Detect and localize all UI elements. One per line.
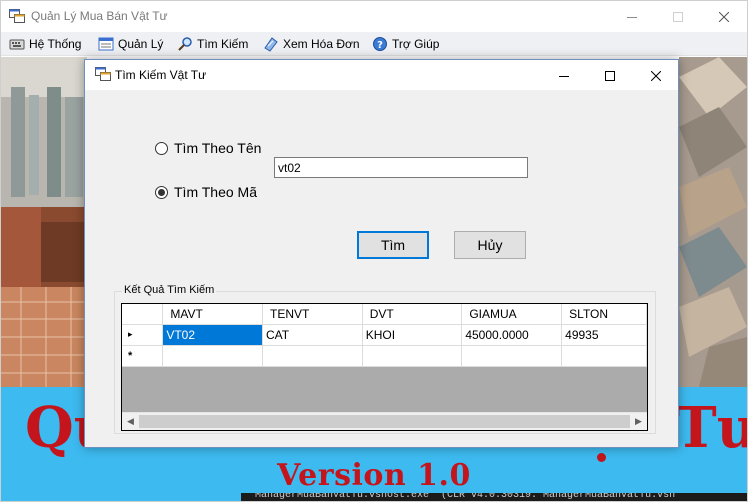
menu-item-he-thong[interactable]: Hệ Thống — [9, 35, 81, 53]
keyboard-icon — [9, 39, 25, 50]
radio-circle[interactable] — [155, 141, 168, 155]
menu-bar: Hệ Thống Quản Lý Tìm Kiếm Xem Hóa Đơn ? … — [1, 32, 747, 56]
scroll-left-icon[interactable]: ◀ — [122, 413, 139, 430]
menu-item-quan-ly[interactable]: Quản Lý — [98, 35, 163, 53]
radio-search-by-code[interactable]: Tìm Theo Mã — [155, 184, 257, 200]
new-cell[interactable] — [561, 345, 647, 367]
column-header-giamua[interactable]: GIAMUA — [461, 304, 563, 325]
new-cell[interactable] — [262, 345, 363, 367]
maximize-icon — [673, 11, 683, 22]
new-cell[interactable] — [162, 345, 263, 367]
new-row[interactable]: * — [122, 345, 647, 367]
table-row[interactable]: ▸ VT02 CAT KHOI 45000.0000 49935 — [122, 324, 647, 346]
banner-version: Version 1.0 — [277, 458, 471, 493]
column-header-dvt[interactable]: DVT — [362, 304, 463, 325]
minimize-button[interactable] — [609, 1, 655, 32]
close-icon — [651, 70, 661, 81]
dialog-close-button[interactable] — [633, 60, 679, 91]
dialog-minimize-button[interactable] — [541, 60, 587, 91]
tiles-photo — [679, 57, 747, 387]
cell-tenvt[interactable]: CAT — [262, 324, 363, 346]
main-window-title: Quản Lý Mua Bán Vật Tư — [31, 9, 168, 23]
magnifier-icon — [178, 37, 192, 51]
cancel-button[interactable]: Hủy — [454, 231, 526, 259]
document-icon — [264, 37, 278, 52]
banner-title-right: Tư — [675, 395, 747, 461]
menu-item-label: Tìm Kiếm — [197, 37, 249, 51]
dialog-title: Tìm Kiếm Vật Tư — [115, 68, 207, 82]
radio-label: Tìm Theo Tên — [174, 140, 262, 156]
menu-item-xem-hoa-don[interactable]: Xem Hóa Đơn — [263, 35, 360, 53]
cell-slton[interactable]: 49935 — [561, 324, 647, 346]
grid-header-row: MAVT TENVT DVT GIAMUA SLTON — [122, 304, 647, 325]
current-row-indicator[interactable]: ▸ — [122, 324, 164, 346]
search-button[interactable]: Tìm — [357, 231, 429, 259]
results-group-label: Kết Quả Tìm Kiếm — [122, 284, 217, 296]
new-row-indicator[interactable]: * — [122, 345, 164, 367]
cell-dvt[interactable]: KHOI — [362, 324, 463, 346]
window-list-icon — [98, 37, 114, 51]
minimize-icon — [627, 16, 637, 18]
column-header-slton[interactable]: SLTON — [561, 304, 647, 325]
results-grid[interactable]: MAVT TENVT DVT GIAMUA SLTON ▸ VT02 CAT K… — [121, 303, 648, 431]
svg-text:?: ? — [377, 40, 383, 51]
scroll-right-icon[interactable]: ▶ — [630, 413, 647, 430]
results-table: MAVT TENVT DVT GIAMUA SLTON ▸ VT02 CAT K… — [122, 304, 647, 367]
menu-item-label: Hệ Thống — [29, 37, 82, 51]
menu-item-label: Trợ Giúp — [392, 37, 440, 51]
dialog-window-icon — [95, 67, 111, 84]
row-header-corner[interactable] — [122, 304, 164, 325]
radio-circle-checked[interactable] — [155, 185, 168, 199]
app-window-icon — [9, 9, 25, 26]
maximize-button[interactable] — [655, 1, 701, 32]
help-globe-icon: ? — [373, 37, 387, 51]
dialog-titlebar[interactable]: Tìm Kiếm Vật Tư — [85, 60, 678, 90]
menu-item-tim-kiem[interactable]: Tìm Kiếm — [177, 35, 248, 53]
console-text: ManagerMuaBanVatTu.vshost.exe' (CLR v4.0… — [255, 493, 676, 501]
scrollbar-thumb[interactable] — [139, 415, 630, 428]
search-dialog: Tìm Kiếm Vật Tư Tìm Theo Tên Tìm Theo Mã… — [84, 59, 679, 448]
console-output-strip: ManagerMuaBanVatTu.vshost.exe' (CLR v4.0… — [241, 493, 747, 501]
new-cell[interactable] — [461, 345, 563, 367]
search-input[interactable] — [274, 157, 528, 178]
horizontal-scrollbar[interactable]: ◀ ▶ — [122, 412, 647, 430]
close-icon — [719, 11, 729, 22]
radio-label: Tìm Theo Mã — [174, 184, 257, 200]
minimize-icon — [559, 75, 569, 77]
menu-item-label: Quản Lý — [118, 37, 164, 51]
maximize-icon — [605, 70, 615, 81]
menu-item-label: Xem Hóa Đơn — [283, 37, 360, 51]
new-cell[interactable] — [362, 345, 463, 367]
cell-mavt[interactable]: VT02 — [162, 324, 263, 346]
main-titlebar[interactable]: Quản Lý Mua Bán Vật Tư — [1, 1, 747, 32]
radio-search-by-name[interactable]: Tìm Theo Tên — [155, 140, 261, 156]
warehouse-photo — [1, 57, 87, 387]
dialog-maximize-button[interactable] — [587, 60, 633, 91]
close-button[interactable] — [701, 1, 747, 32]
column-header-mavt[interactable]: MAVT — [162, 304, 263, 325]
menu-item-tro-giup[interactable]: ? Trợ Giúp — [372, 35, 439, 53]
column-header-tenvt[interactable]: TENVT — [262, 304, 363, 325]
cell-giamua[interactable]: 45000.0000 — [461, 324, 563, 346]
